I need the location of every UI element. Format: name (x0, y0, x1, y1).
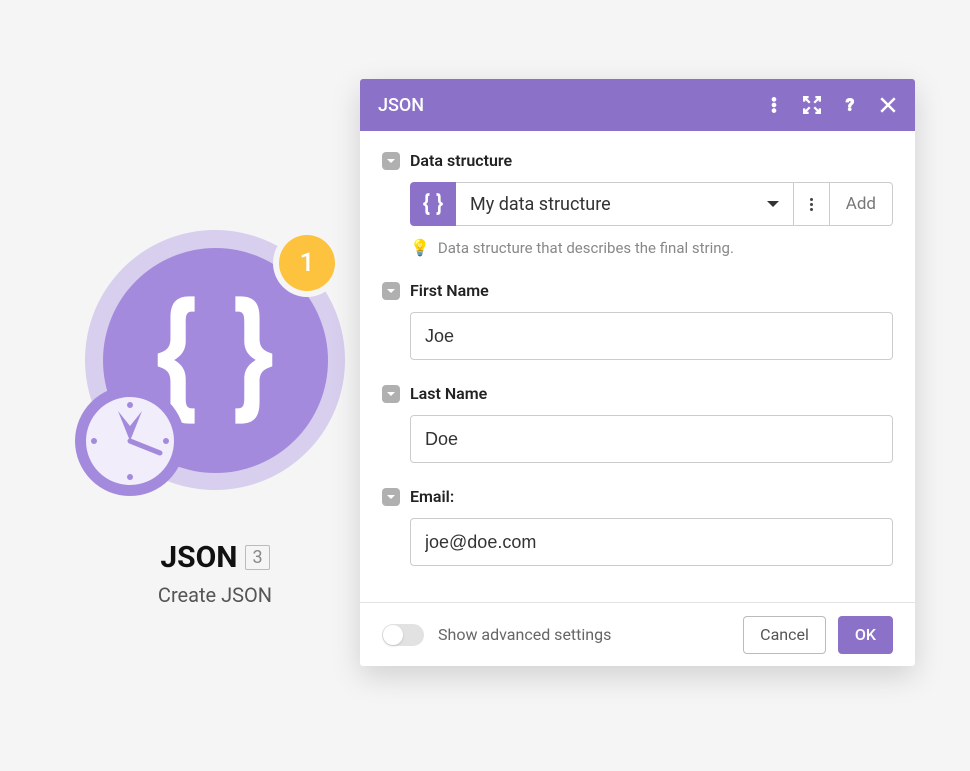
helper-label: Data structure that describes the final … (438, 239, 734, 257)
module-node: 1 JSON 3 Create JSON (75, 230, 355, 607)
cancel-button[interactable]: Cancel (743, 616, 826, 654)
svg-text:?: ? (846, 96, 854, 114)
more-icon[interactable] (765, 96, 783, 114)
field-data-structure: Data structure My data structure (382, 151, 893, 257)
ds-braces-icon (410, 182, 456, 226)
data-structure-picker: My data structure Add (410, 182, 893, 226)
switch-knob (383, 625, 403, 645)
field-label: Data structure (410, 151, 512, 170)
clock-icon[interactable] (70, 381, 190, 505)
helper-text: 💡 Data structure that describes the fina… (410, 238, 893, 257)
module-subtitle: Create JSON (158, 583, 272, 607)
panel-header: JSON ? (360, 79, 915, 131)
module-title-row: JSON 3 (160, 540, 269, 575)
field-first-name: First Name (382, 281, 893, 360)
advanced-settings-toggle[interactable] (382, 624, 424, 646)
module-circle[interactable]: 1 (85, 230, 345, 490)
panel-body: Data structure My data structure (360, 131, 915, 598)
advanced-settings-label: Show advanced settings (438, 625, 743, 644)
panel-title: JSON (378, 95, 765, 116)
last-name-input[interactable] (410, 415, 893, 463)
config-panel: JSON ? Data structure (360, 79, 915, 666)
header-icons: ? (765, 96, 897, 114)
more-icon (810, 198, 813, 211)
help-icon[interactable]: ? (841, 96, 859, 114)
module-side-badge: 3 (245, 545, 269, 570)
collapse-toggle[interactable] (382, 152, 400, 170)
chevron-down-icon (386, 492, 396, 502)
ds-selected-label: My data structure (470, 194, 611, 215)
field-email: Email: (382, 487, 893, 566)
chevron-down-icon (386, 286, 396, 296)
data-structure-more-button[interactable] (794, 182, 830, 226)
counter-badge[interactable]: 1 (279, 235, 335, 291)
field-last-name: Last Name (382, 384, 893, 463)
module-title: JSON (160, 540, 237, 575)
close-icon[interactable] (879, 96, 897, 114)
first-name-input[interactable] (410, 312, 893, 360)
panel-footer: Show advanced settings Cancel OK (360, 602, 915, 666)
collapse-toggle[interactable] (382, 385, 400, 403)
data-structure-dropdown[interactable]: My data structure (456, 182, 794, 226)
data-structure-add-button[interactable]: Add (830, 182, 893, 226)
field-label: Email: (410, 487, 454, 506)
lightbulb-icon: 💡 (410, 238, 430, 257)
collapse-toggle[interactable] (382, 282, 400, 300)
ok-button[interactable]: OK (838, 616, 893, 654)
chevron-down-icon (386, 389, 396, 399)
chevron-down-icon (767, 201, 779, 207)
chevron-down-icon (386, 156, 396, 166)
expand-icon[interactable] (803, 96, 821, 114)
field-label: Last Name (410, 384, 487, 403)
field-label: First Name (410, 281, 489, 300)
email-input[interactable] (410, 518, 893, 566)
collapse-toggle[interactable] (382, 488, 400, 506)
